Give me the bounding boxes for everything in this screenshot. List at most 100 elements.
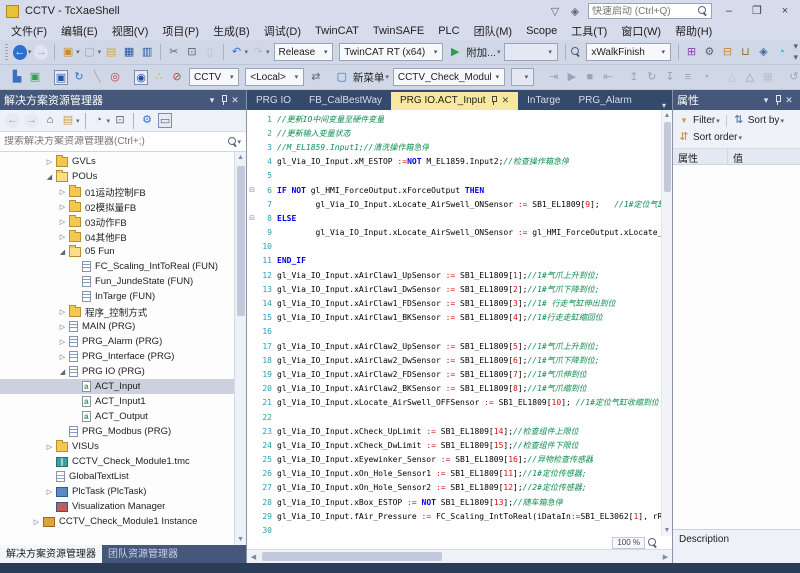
solution-search-input[interactable] (4, 136, 228, 147)
scroll-up-icon[interactable]: ▲ (235, 152, 246, 163)
close-button[interactable]: × (774, 2, 796, 20)
menu-item[interactable]: 工具(T) (564, 21, 614, 41)
collapse-icon[interactable]: ◢ (57, 248, 68, 256)
menu-item[interactable]: Scope (519, 23, 564, 39)
code-line[interactable]: 7 gl_Via_IO_Input.xLocate_AirSwell_ONSen… (247, 197, 661, 211)
document-tab[interactable]: PRG_Alarm (570, 92, 641, 110)
expand-icon[interactable]: ▷ (57, 188, 68, 196)
menu-item[interactable]: 窗口(W) (614, 21, 668, 41)
back-icon[interactable]: ← (13, 45, 27, 60)
se-preview-icon[interactable]: ▭ (158, 113, 172, 128)
solution-platform-combo[interactable]: TwinCAT RT (x64) ▾ (339, 43, 443, 61)
tree-item[interactable]: Fun_JundeState (FUN) (0, 274, 246, 289)
chevron-down-icon[interactable]: ▾ (290, 73, 303, 81)
properties-grid-body[interactable] (673, 165, 800, 529)
paste-icon[interactable]: ▯ (203, 45, 217, 60)
close-icon[interactable]: ✕ (782, 95, 796, 106)
code-line[interactable]: 3//M_EL1859.Input1;//清洗操作箱急停 (247, 140, 661, 154)
chevron-down-icon[interactable]: ▾ (28, 48, 32, 56)
chevron-down-icon[interactable]: ▾ (266, 48, 270, 56)
code-line[interactable]: 5 (247, 169, 661, 183)
plc-project-combo[interactable]: CCTV ▾ (189, 68, 239, 86)
no-edit-icon[interactable]: ╲ (90, 70, 104, 85)
chevron-down-icon[interactable]: ▾ (716, 117, 720, 125)
tree-item[interactable]: ▷03动作FB (0, 214, 246, 229)
se-home-icon[interactable]: ⌂ (43, 113, 57, 128)
toolbox-icon[interactable]: ⊔ (738, 45, 752, 60)
tree-item[interactable]: FC_Scaling_IntToReal (FUN) (0, 259, 246, 274)
expand-icon[interactable]: ▷ (57, 323, 68, 331)
pin-icon[interactable] (219, 94, 228, 106)
sort-by-button[interactable]: Sort by (748, 115, 780, 126)
collapse-icon[interactable]: ◢ (44, 173, 55, 181)
open-folder-icon[interactable]: ▤ (104, 45, 118, 60)
code-line[interactable]: 29gl_Via_IO_Input.fAir_Pressure := FC_Sc… (247, 509, 661, 523)
find-combo[interactable]: xWalkFinish ▾ (586, 43, 670, 61)
target-system-combo[interactable]: <Local> ▾ (245, 68, 304, 86)
new-menu-button[interactable]: 新菜单 (353, 70, 385, 85)
chevron-down-icon[interactable]: ▾ (245, 48, 249, 56)
chevron-down-icon[interactable]: ▾ (225, 73, 238, 81)
steps-icon[interactable]: ≡ (681, 70, 695, 85)
chevron-down-icon[interactable]: ▾ (385, 73, 389, 81)
redo-icon[interactable]: ↷ (251, 45, 265, 60)
tree-item[interactable]: ▷程序_控制方式 (0, 304, 246, 319)
code-line[interactable]: 23gl_Via_IO_Input.xCheck_UpLimit := SB1_… (247, 424, 661, 438)
tree-item[interactable]: Visualization Manager (0, 499, 246, 514)
solution-search-box[interactable]: ▾ (0, 132, 246, 152)
expand-icon[interactable]: ▷ (57, 218, 68, 226)
tree-item[interactable]: ◢05 Fun (0, 244, 246, 259)
chevron-down-icon[interactable]: ▾ (657, 48, 670, 56)
tree-item[interactable]: ▷04其他FB (0, 229, 246, 244)
chevron-down-icon[interactable]: ▾ (491, 73, 504, 81)
swap-icon[interactable]: ⇄ (309, 70, 323, 85)
window-menu-icon[interactable]: ▾ (759, 95, 773, 106)
step-down-icon[interactable]: ↧ (663, 70, 677, 85)
tc-window-icon[interactable]: ⊟ (720, 45, 734, 60)
cut-icon[interactable]: ✂ (167, 45, 181, 60)
document-tab[interactable]: InTarge (518, 92, 569, 110)
build-up-icon[interactable]: △ (725, 70, 739, 85)
expand-icon[interactable]: ▷ (44, 488, 55, 496)
empty-combo[interactable]: ▾ (511, 68, 534, 86)
chevron-down-icon[interactable]: ▾ (738, 134, 742, 142)
expand-icon[interactable]: ▷ (57, 338, 68, 346)
expand-icon[interactable]: ▷ (57, 233, 68, 241)
build-up2-icon[interactable]: △ (743, 70, 757, 85)
save-all-icon[interactable]: ▥ (140, 45, 154, 60)
tree-item[interactable]: ACT_Input1 (0, 394, 246, 409)
se-sync-icon[interactable]: ⊡ (113, 113, 127, 128)
se-back-icon[interactable]: ← (5, 113, 20, 128)
menu-item[interactable]: 视图(V) (105, 21, 156, 41)
code-line[interactable]: 19gl_Via_IO_Input.xAirClaw2_FDSensor := … (247, 367, 661, 381)
code-line[interactable]: ⊟8ELSE (247, 211, 661, 225)
scroll-right-icon[interactable]: ▶ (659, 553, 672, 561)
editor-vertical-scrollbar[interactable]: ▲ ▼ (661, 110, 672, 536)
quick-launch-box[interactable] (588, 3, 712, 19)
tree-item[interactable]: CCTV_Check_Module1.tmc (0, 454, 246, 469)
close-icon[interactable]: ✕ (228, 95, 242, 106)
tree-item[interactable]: ▷PlcTask (PlcTask) (0, 484, 246, 499)
chevron-down-icon[interactable]: ▾ (497, 48, 501, 56)
tc-project-icon[interactable]: ⊞ (684, 45, 698, 60)
tree-item[interactable]: ▷PRG_Alarm (PRG) (0, 334, 246, 349)
code-line[interactable]: 2//更新输入变量状态 (247, 126, 661, 140)
forward-icon[interactable]: → (34, 45, 48, 60)
scrollbar-thumb[interactable] (262, 552, 442, 561)
flag-icon[interactable]: ▽ (548, 5, 562, 18)
chevron-down-icon[interactable]: ▾ (319, 48, 332, 56)
tc-mode-icon[interactable]: ▣ (54, 70, 68, 85)
code-line[interactable]: 11END_IF (247, 254, 661, 268)
logout-icon[interactable]: ⇤ (601, 70, 615, 85)
code-line[interactable]: 24gl_Via_IO_Input.xCheck_DwLimit := SB1_… (247, 438, 661, 452)
tree-item[interactable]: ACT_Input (0, 379, 246, 394)
solution-configuration-combo[interactable]: Release ▾ (274, 43, 334, 61)
toolbar-grip[interactable] (5, 44, 8, 60)
tree-item[interactable]: ▷01运动控制FB (0, 184, 246, 199)
code-line[interactable]: 26gl_Via_IO_Input.xOn_Hole_Sensor1 := SB… (247, 467, 661, 481)
tree-item[interactable]: ▷VISUs (0, 439, 246, 454)
play-icon[interactable]: ▶ (565, 70, 579, 85)
feedback-icon[interactable]: ◈ (568, 5, 582, 18)
menu-item[interactable]: TwinSAFE (366, 23, 431, 39)
sort-order-button[interactable]: Sort order (693, 132, 737, 143)
